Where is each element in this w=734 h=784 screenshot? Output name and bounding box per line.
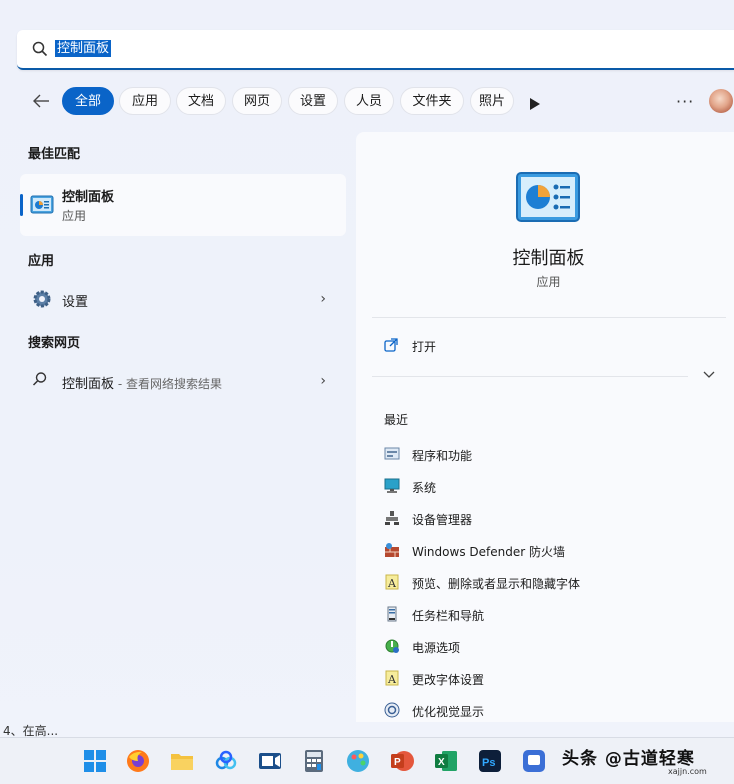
recent-item[interactable]: Windows Defender 防火墙 <box>384 541 714 561</box>
windows-start-icon[interactable] <box>83 749 107 773</box>
recent-item[interactable]: A 预览、删除或者显示和隐藏字体 <box>384 573 714 593</box>
taskbar-icon <box>384 606 400 626</box>
more-options-button[interactable]: ··· <box>676 92 694 111</box>
user-avatar[interactable] <box>709 89 733 113</box>
chevron-right-icon: › <box>320 373 326 389</box>
file-explorer-icon[interactable] <box>170 749 194 773</box>
filter-settings[interactable]: 设置 <box>288 87 338 115</box>
preview-title: 控制面板 <box>512 248 585 269</box>
power-options-icon <box>384 638 400 658</box>
firewall-icon <box>384 542 400 562</box>
web-search-item[interactable]: 控制面板 - 查看网络搜索结果 › <box>28 369 338 393</box>
recent-item[interactable]: 设备管理器 <box>384 509 714 529</box>
recent-item[interactable]: 程序和功能 <box>384 445 714 465</box>
search-icon <box>32 41 48 61</box>
settings-gear-icon <box>32 289 52 313</box>
font-icon: A <box>384 574 400 594</box>
filter-all[interactable]: 全部 <box>62 87 114 115</box>
app-item-label: 设置 <box>62 295 89 310</box>
web-search-label: 控制面板 <box>62 377 115 392</box>
apps-heading: 应用 <box>28 254 55 269</box>
web-search-sub: - 查看网络搜索结果 <box>114 377 222 391</box>
chat-app-icon[interactable] <box>522 749 546 773</box>
filter-apps[interactable]: 应用 <box>119 87 171 115</box>
programs-icon <box>384 446 400 466</box>
recent-item[interactable]: 优化视觉显示 <box>384 701 714 721</box>
svg-text:P: P <box>394 757 401 768</box>
photoshop-icon[interactable]: Ps <box>478 749 502 773</box>
powerpoint-icon[interactable]: P <box>390 749 414 773</box>
filter-photos[interactable]: 照片 <box>470 87 514 115</box>
search-icon <box>32 371 48 391</box>
web-search-heading: 搜索网页 <box>28 336 81 351</box>
chevron-down-icon[interactable] <box>703 368 715 383</box>
recent-item-label: 设备管理器 <box>412 513 473 527</box>
search-box[interactable]: 控制面板 <box>17 30 734 70</box>
recent-item[interactable]: 电源选项 <box>384 637 714 657</box>
filter-documents[interactable]: 文档 <box>176 87 226 115</box>
recent-item-label: 程序和功能 <box>412 449 473 463</box>
system-monitor-icon <box>384 478 400 498</box>
best-match-heading: 最佳匹配 <box>28 147 81 162</box>
svg-text:Ps: Ps <box>482 757 495 769</box>
cloud-app-icon[interactable] <box>214 749 238 773</box>
screen-capture-icon[interactable] <box>258 749 282 773</box>
calculator-icon[interactable] <box>302 749 326 773</box>
back-arrow-icon[interactable] <box>31 91 51 115</box>
recent-item-label: 电源选项 <box>412 641 461 655</box>
device-manager-icon <box>384 510 400 530</box>
excel-icon[interactable]: X <box>434 749 458 773</box>
recent-item-label: 优化视觉显示 <box>412 705 485 719</box>
recent-item[interactable]: 任务栏和导航 <box>384 605 714 625</box>
svg-text:A: A <box>387 673 397 686</box>
recent-item[interactable]: A 更改字体设置 <box>384 669 714 689</box>
recent-item-label: Windows Defender 防火墙 <box>412 545 565 559</box>
firefox-icon[interactable] <box>126 749 150 773</box>
best-match-subtitle: 应用 <box>62 209 87 223</box>
preview-subtitle: 应用 <box>536 275 561 289</box>
watermark-text: 头条 @古道轻寒 <box>562 749 695 769</box>
best-match-item[interactable]: 控制面板 应用 <box>20 174 346 236</box>
open-label: 打开 <box>412 340 437 354</box>
divider <box>372 317 726 318</box>
paint-app-icon[interactable] <box>346 749 370 773</box>
recent-heading: 最近 <box>384 413 409 427</box>
chevron-right-icon: › <box>320 291 326 307</box>
play-more-filters-icon[interactable] <box>530 95 540 114</box>
recent-item[interactable]: 系统 <box>384 477 714 497</box>
selection-indicator <box>20 194 23 216</box>
control-panel-large-icon <box>516 172 580 228</box>
font-settings-icon: A <box>384 670 400 690</box>
divider <box>372 376 688 377</box>
ease-of-access-icon <box>384 702 400 722</box>
control-panel-icon <box>30 194 54 220</box>
filter-web[interactable]: 网页 <box>232 87 282 115</box>
recent-item-label: 任务栏和导航 <box>412 609 485 623</box>
preview-pane: 控制面板 应用 打开 最近 程序和功能 系统 设备管理器 Windows Def… <box>356 132 734 722</box>
recent-item-label: 更改字体设置 <box>412 673 485 687</box>
app-item-settings[interactable]: 设置 › <box>28 287 338 311</box>
best-match-title: 控制面板 <box>62 190 115 205</box>
filter-folders[interactable]: 文件夹 <box>400 87 464 115</box>
open-external-icon <box>384 338 398 355</box>
svg-text:A: A <box>387 577 397 590</box>
filter-people[interactable]: 人员 <box>344 87 394 115</box>
search-query-text[interactable]: 控制面板 <box>55 40 112 57</box>
watermark-site: xajjn.com <box>668 767 707 776</box>
svg-text:X: X <box>438 757 445 768</box>
open-action[interactable]: 打开 <box>384 338 436 355</box>
recent-item-label: 系统 <box>412 481 437 495</box>
recent-item-label: 预览、删除或者显示和隐藏字体 <box>412 577 581 591</box>
